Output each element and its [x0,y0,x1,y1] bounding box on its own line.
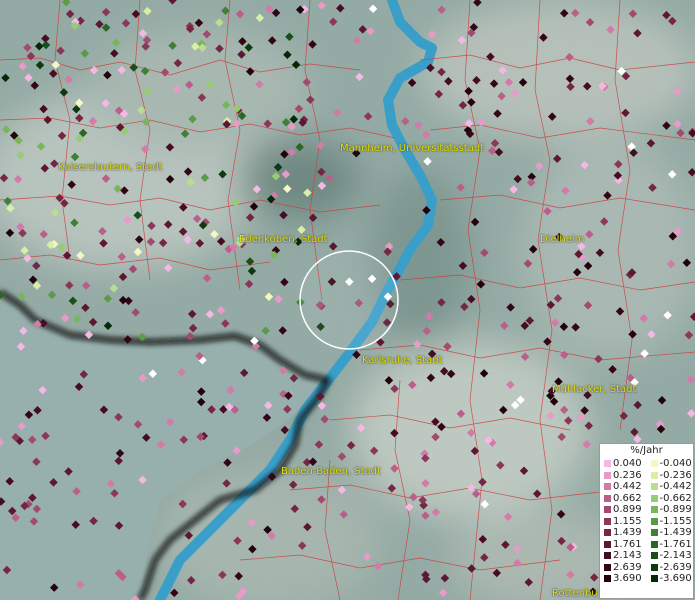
legend-value-positive: 2.639 [613,561,642,573]
legend-value-positive: 1.155 [613,515,642,527]
legend-value-negative: -0.899 [659,504,692,515]
legend-value-negative: -3.690 [659,573,692,584]
legend-panel: %/Jahr 0.040 -0.040 0.236 -0.236 0.442 -0.442… [599,443,694,599]
legend-value-negative: -0.662 [659,492,692,504]
legend-swatch-positive [604,483,611,491]
city-label-dielheim[interactable]: Dielheim [540,234,584,245]
legend-swatch-negative [650,563,658,571]
city-label-mannheim[interactable]: Mannheim, Universitätsstadt [340,143,484,154]
legend-value-negative: -1.439 [659,527,692,538]
legend-row: 0.442 -0.442 [600,481,693,493]
legend-swatch-positive [604,529,611,537]
legend-row: 0.040 -0.040 [600,458,693,470]
legend-swatch-negative [650,540,658,548]
legend-value-positive: 0.040 [613,458,642,469]
legend-swatch-negative [650,494,658,502]
legend-swatch-negative [650,460,658,468]
legend-value-negative: -2.143 [659,550,692,561]
legend-value-negative: -0.442 [659,481,692,492]
legend-rows: 0.040 -0.040 0.236 -0.236 0.442 -0.442 0.662 -0… [600,458,693,585]
legend-swatch-negative [650,506,658,514]
legend-value-positive: 3.690 [613,573,642,584]
legend-swatch-positive [604,563,611,571]
legend-swatch-positive [604,517,611,525]
legend-value-positive: 0.442 [613,481,642,492]
city-label-baden-baden[interactable]: Baden-Baden, Stadt [281,466,381,477]
legend-swatch-positive [604,552,611,560]
legend-swatch-positive [604,540,611,548]
legend-swatch-negative [650,552,658,560]
legend-value-positive: 0.899 [613,504,642,515]
legend-swatch-negative [650,529,658,537]
legend-row: 3.690 -3.690 [600,573,693,585]
legend-swatch-positive [604,460,611,468]
legend-swatch-negative [650,483,658,491]
legend-value-negative: -2.639 [659,561,692,573]
selection-circle[interactable] [299,250,399,350]
legend-swatch-positive [604,494,611,502]
legend-value-positive: 0.662 [613,492,642,504]
legend-value-positive: 1.761 [613,538,642,550]
legend-value-positive: 2.143 [613,550,642,561]
legend-swatch-positive [604,471,611,479]
legend-value-positive: 0.236 [613,469,642,481]
legend-row: 2.639 -2.639 [600,562,693,574]
legend-value-positive: 1.439 [613,527,642,538]
city-label-kaiserslautern[interactable]: Kaiserslautern, Stadt [58,162,163,173]
city-label-rottenburg[interactable]: Rottenbu [552,588,598,599]
legend-row: 0.662 -0.662 [600,493,693,505]
legend-swatch-negative [650,575,658,583]
map-canvas[interactable] [0,0,695,600]
legend-swatch-positive [604,575,611,583]
legend-swatch-positive [604,506,611,514]
legend-title: %/Jahr [630,445,663,456]
legend-row: 2.143 -2.143 [600,550,693,562]
legend-row: 1.155 -1.155 [600,516,693,528]
legend-row: 0.899 -0.899 [600,504,693,516]
legend-value-negative: -1.761 [659,538,692,550]
city-label-edenkoben[interactable]: Edenkoben, Stadt [239,234,328,245]
legend-value-negative: -0.040 [659,458,692,469]
legend-value-negative: -1.155 [659,515,692,527]
city-label-karlsruhe[interactable]: Karlsruhe, Stadt [362,355,443,366]
legend-swatch-negative [650,517,658,525]
legend-row: 1.439 -1.439 [600,527,693,539]
city-label-muehlacker[interactable]: Mühlacker, Stadt [552,384,636,395]
legend-row: 1.761 -1.761 [600,539,693,551]
legend-swatch-negative [650,471,658,479]
legend-value-negative: -0.236 [659,469,692,481]
legend-row: 0.236 -0.236 [600,470,693,482]
